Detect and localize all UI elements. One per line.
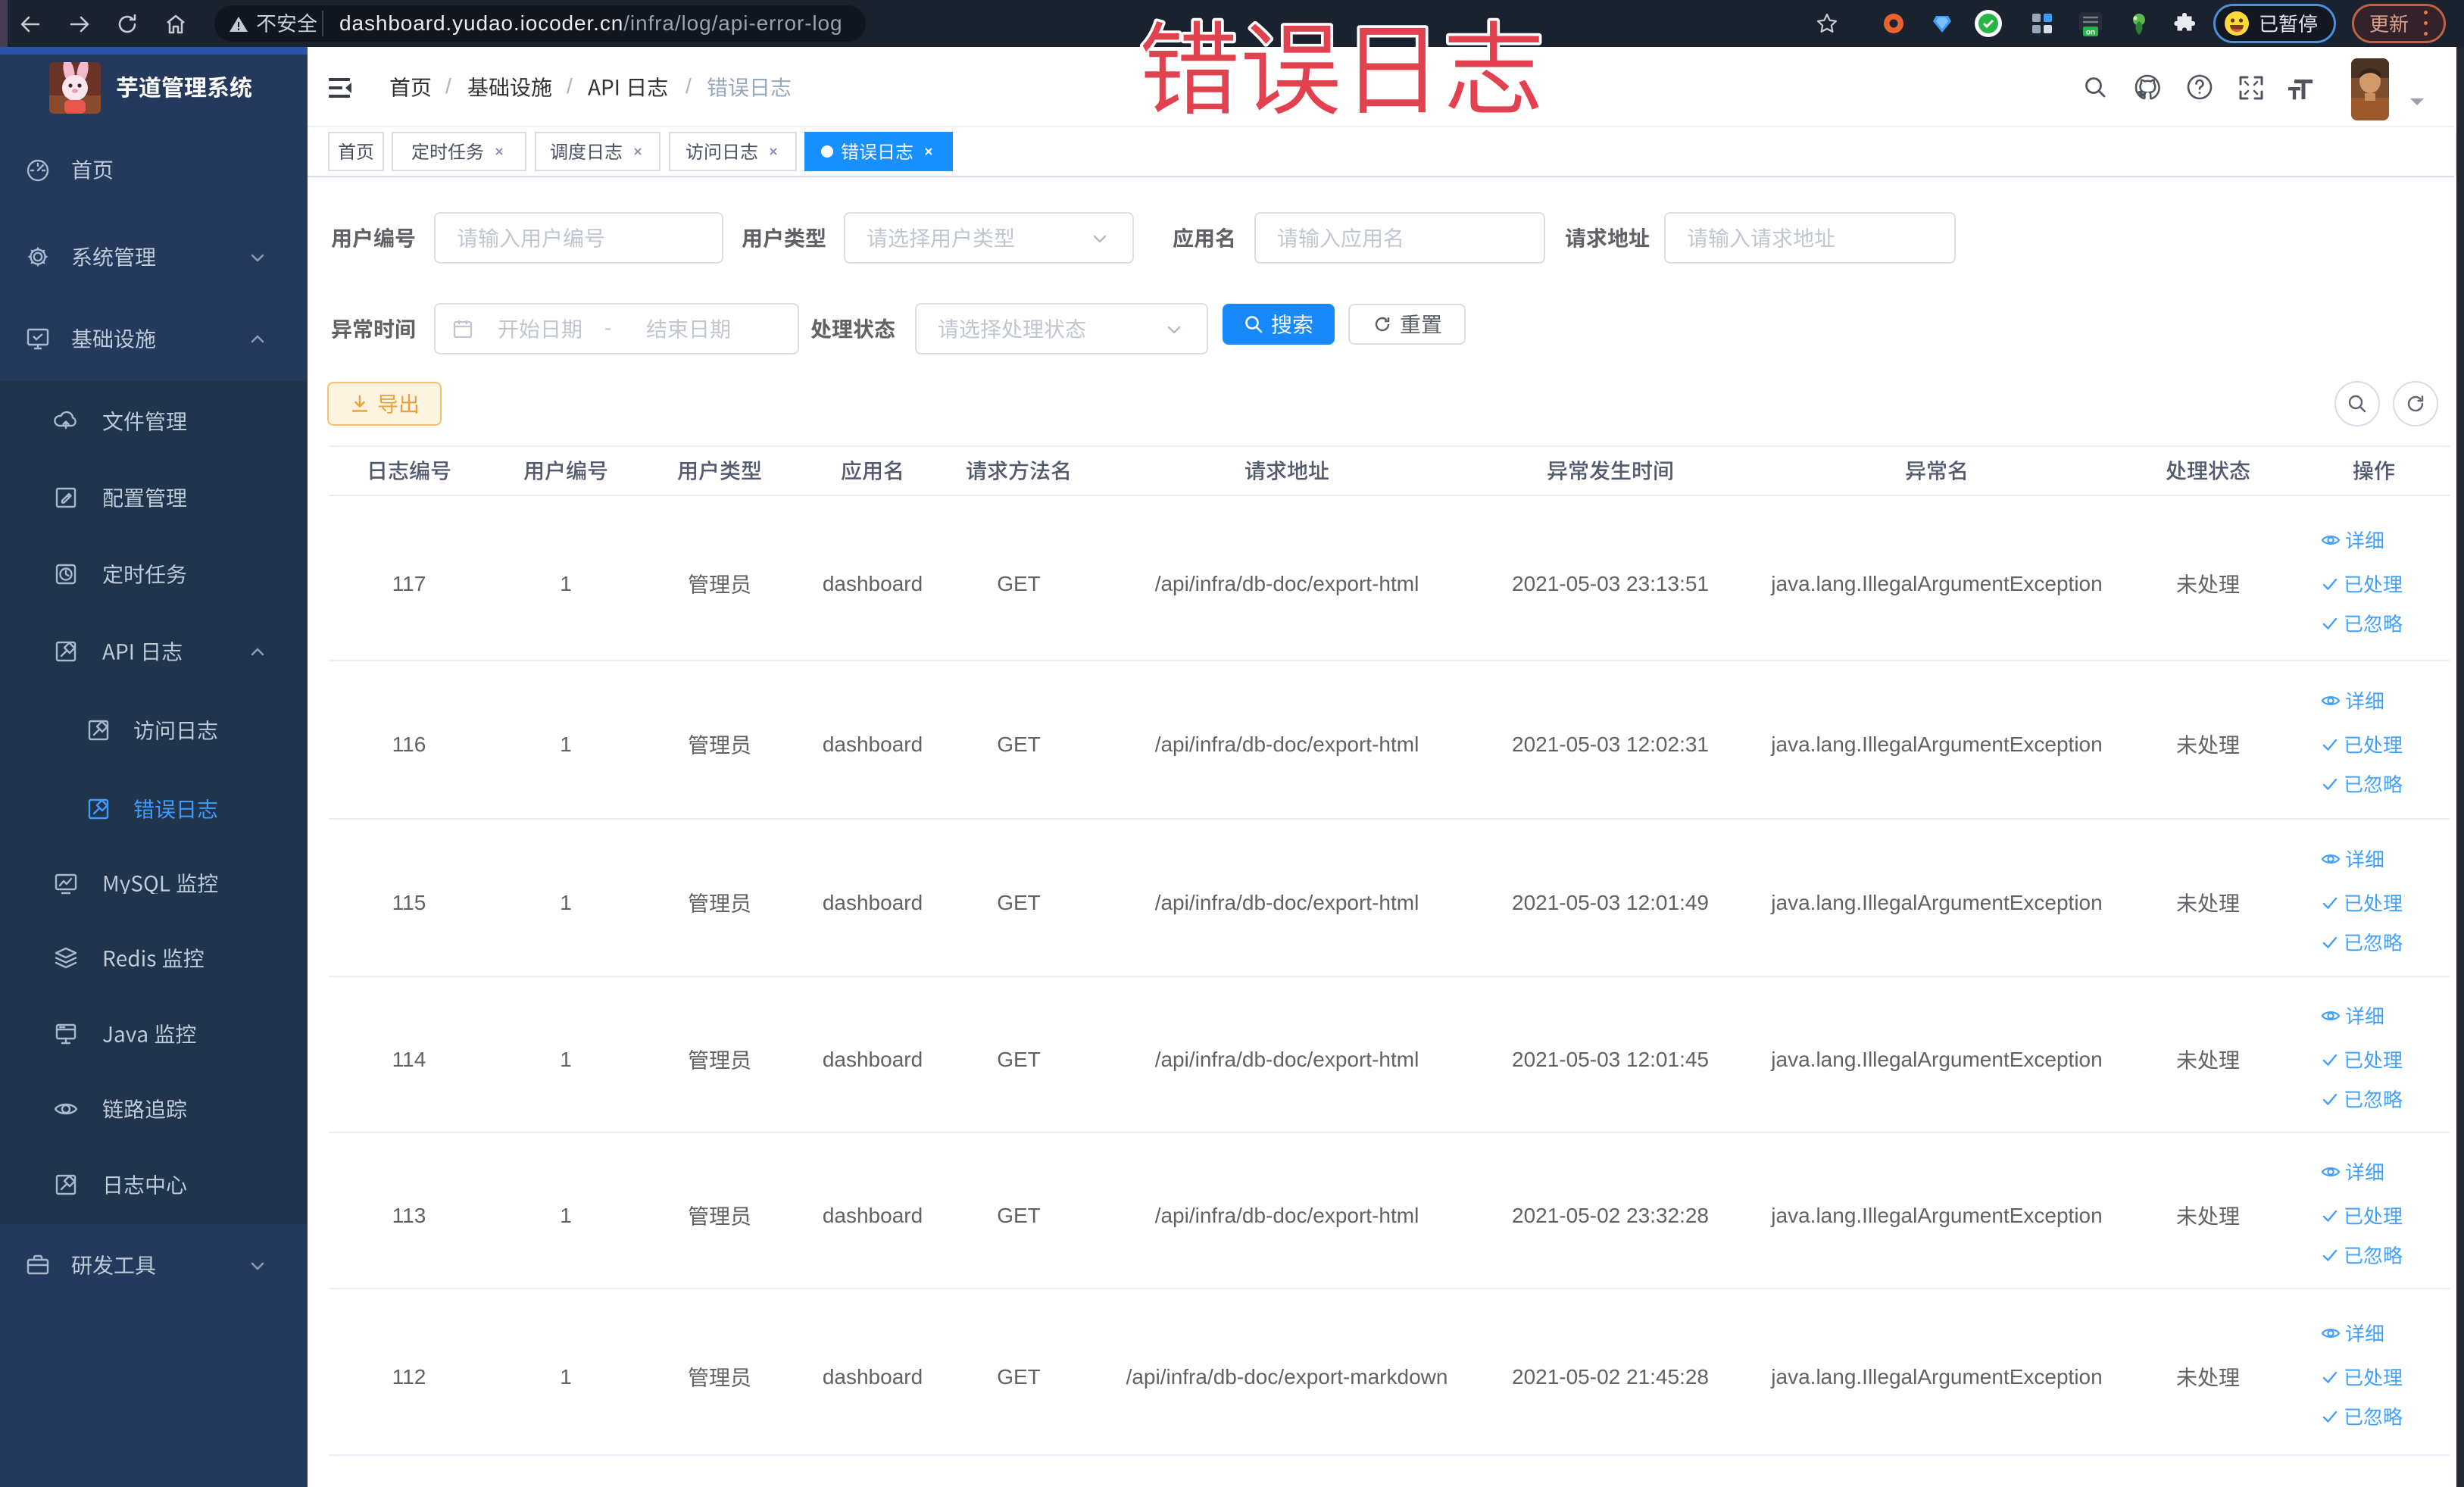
svg-text:on: on	[2086, 29, 2095, 37]
